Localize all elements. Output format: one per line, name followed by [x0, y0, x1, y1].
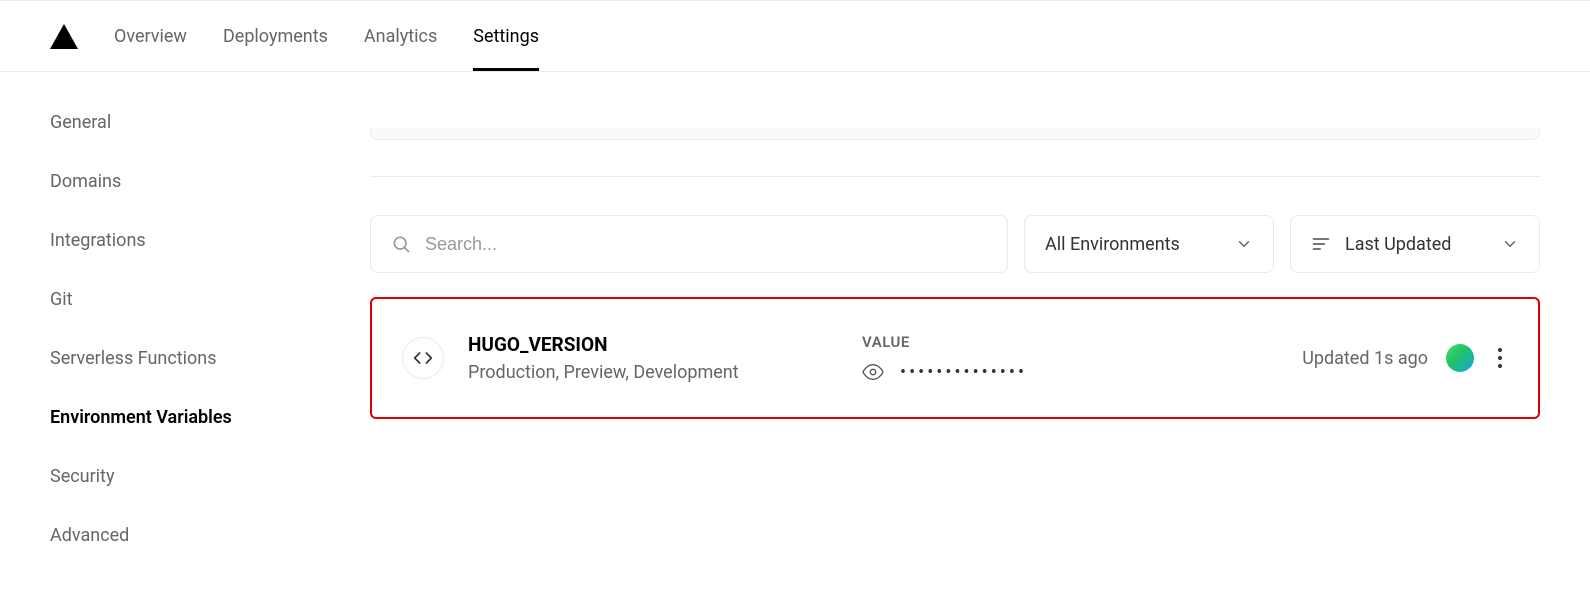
environment-dropdown-label: All Environments — [1045, 234, 1180, 255]
sidebar-item-serverless-functions[interactable]: Serverless Functions — [50, 348, 370, 369]
sort-dropdown[interactable]: Last Updated — [1290, 215, 1540, 273]
sidebar-item-advanced[interactable]: Advanced — [50, 525, 370, 546]
value-label: VALUE — [862, 333, 1278, 351]
eye-icon[interactable] — [862, 361, 884, 383]
filter-row: All Environments Last Updated — [370, 215, 1540, 273]
updated-timestamp: Updated 1s ago — [1302, 348, 1428, 369]
avatar[interactable] — [1446, 344, 1474, 372]
code-icon-wrap — [402, 337, 444, 379]
chevron-down-icon — [1235, 235, 1253, 253]
main-panel: All Environments Last Updated HUGO_VERSI… — [370, 112, 1590, 546]
settings-sidebar: General Domains Integrations Git Serverl… — [0, 112, 370, 546]
value-column: VALUE •••••••••••••• — [862, 333, 1278, 383]
masked-value: •••••••••••••• — [900, 362, 1027, 383]
sidebar-item-git[interactable]: Git — [50, 289, 370, 310]
vercel-logo-icon[interactable] — [50, 24, 78, 49]
right-column: Updated 1s ago — [1302, 342, 1508, 374]
env-var-row[interactable]: HUGO_VERSION Production, Preview, Develo… — [370, 297, 1540, 419]
search-icon — [391, 234, 411, 254]
content: General Domains Integrations Git Serverl… — [0, 72, 1590, 546]
search-box[interactable] — [370, 215, 1008, 273]
tab-deployments[interactable]: Deployments — [223, 1, 328, 71]
var-info: HUGO_VERSION Production, Preview, Develo… — [468, 333, 838, 383]
topbar: Overview Deployments Analytics Settings — [0, 0, 1590, 72]
sidebar-item-domains[interactable]: Domains — [50, 171, 370, 192]
sidebar-item-environment-variables[interactable]: Environment Variables — [50, 407, 370, 428]
tab-overview[interactable]: Overview — [114, 1, 187, 71]
divider — [370, 176, 1540, 177]
code-icon — [413, 348, 433, 368]
var-environments: Production, Preview, Development — [468, 362, 838, 383]
sort-dropdown-label: Last Updated — [1345, 234, 1451, 255]
tab-analytics[interactable]: Analytics — [364, 1, 437, 71]
sort-icon — [1311, 234, 1331, 254]
environment-dropdown[interactable]: All Environments — [1024, 215, 1274, 273]
sidebar-item-general[interactable]: General — [50, 112, 370, 133]
chevron-down-icon — [1501, 235, 1519, 253]
topbar-tabs: Overview Deployments Analytics Settings — [114, 1, 539, 71]
collapsed-card — [370, 128, 1540, 140]
sidebar-item-security[interactable]: Security — [50, 466, 370, 487]
search-input[interactable] — [425, 234, 987, 255]
more-menu-button[interactable] — [1492, 342, 1508, 374]
sidebar-item-integrations[interactable]: Integrations — [50, 230, 370, 251]
var-name: HUGO_VERSION — [468, 333, 838, 356]
tab-settings[interactable]: Settings — [473, 1, 539, 71]
